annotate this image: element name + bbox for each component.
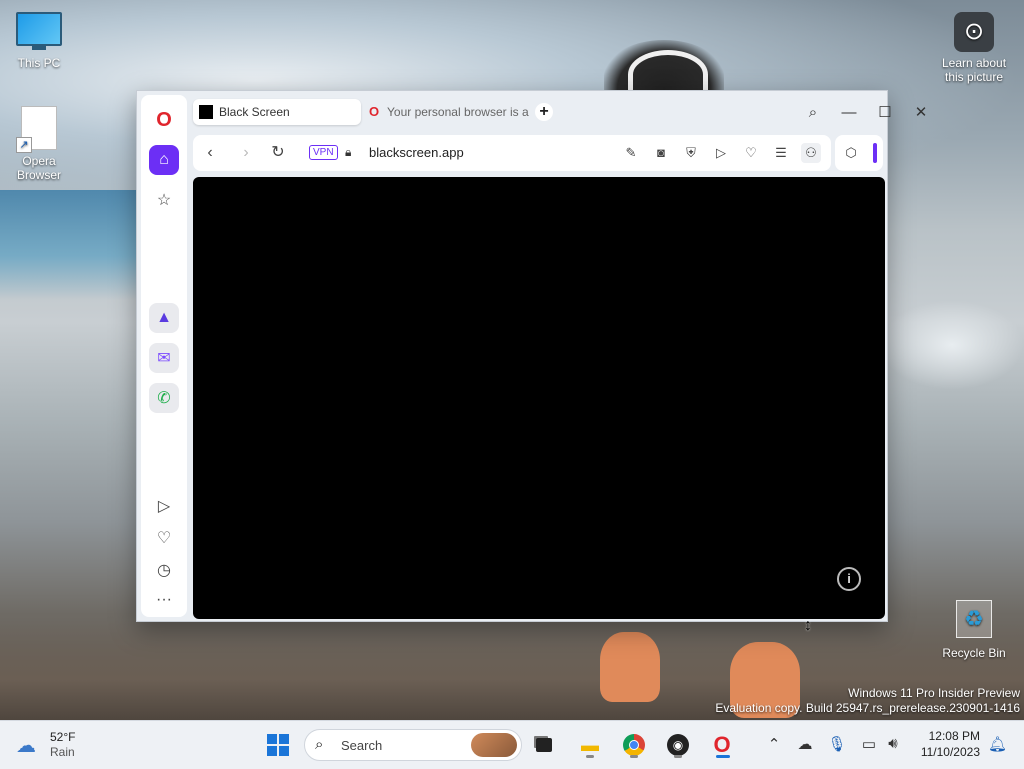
desktop-icon-recycle-bin[interactable]: ♻ Recycle Bin [938, 600, 1010, 660]
extensions-cube-icon[interactable]: ⬡ [841, 143, 861, 163]
camera-icon[interactable]: ◙ [651, 143, 671, 163]
volume-icon[interactable]: 🔊︎ [882, 735, 904, 752]
opera-favicon-icon: O [368, 104, 380, 119]
opera-browser-window[interactable]: O ⌂ ☆ ▲ ✉ ✆ ▷ ♡ ◷ ··· Black Screen O You… [136, 90, 927, 622]
windows-logo-icon [267, 734, 289, 756]
sidebar-toggle-indicator[interactable] [873, 143, 877, 163]
adblock-icon[interactable]: ⛨ [681, 143, 701, 163]
settings-sliders-icon[interactable]: ☰ [771, 143, 791, 163]
shortcut-arrow-icon: ↗ [16, 137, 32, 153]
tab-opera-welcome[interactable]: O Your personal browser is a [361, 99, 529, 125]
page-content-black-screen[interactable]: i [193, 177, 885, 619]
history-icon[interactable]: ◷ [149, 555, 179, 585]
learn-picture-icon: ⊙ [954, 12, 994, 52]
show-hidden-icons-icon[interactable]: ⌃ [763, 735, 785, 753]
recycle-bin-icon: ♻ [956, 600, 992, 638]
reload-button[interactable]: ↻ [267, 143, 289, 163]
rain-cloud-icon: ☁ [16, 735, 36, 757]
running-indicator [586, 755, 594, 758]
messenger-icon[interactable]: ✉ [149, 343, 179, 373]
close-button[interactable]: ✕ [903, 103, 939, 123]
system-clock[interactable]: 12:08 PM 11/10/2023 [914, 728, 980, 760]
desktop-icon-opera-browser[interactable]: ↗ Opera Browser [3, 106, 75, 182]
weather-condition: Rain [50, 745, 75, 759]
tab-title: Black Screen [219, 105, 290, 119]
desktop-icon-label: This PC [17, 56, 61, 70]
opera-icon[interactable]: O [706, 729, 738, 761]
back-button[interactable]: ‹ [199, 143, 221, 163]
windows-watermark: Windows 11 Pro Insider Preview Evaluatio… [715, 686, 1020, 716]
desktop-icon-label: Opera Browser [16, 154, 61, 182]
player-icon[interactable]: ▷ [149, 491, 179, 521]
file-explorer-icon[interactable]: ▬ [574, 729, 606, 761]
heart-icon[interactable]: ♡ [149, 523, 179, 553]
forward-button[interactable]: › [235, 143, 257, 163]
maximize-button[interactable]: ☐ [867, 103, 903, 123]
clock-time: 12:08 PM [928, 729, 980, 743]
home-icon[interactable]: ⌂ [149, 145, 179, 175]
computer-icon [16, 12, 62, 50]
send-icon[interactable]: ▷ [711, 143, 731, 163]
watermark-line: Evaluation copy. Build 25947.rs_prerelea… [715, 701, 1020, 715]
taskbar-search[interactable]: ⌕ Search [304, 729, 522, 761]
weather-widget[interactable]: ☁ 52°F Rain [16, 729, 106, 761]
shortcut-file-icon: ↗ [16, 106, 57, 153]
opera-logo-icon[interactable]: O [149, 105, 179, 135]
tab-black-screen[interactable]: Black Screen [193, 99, 361, 125]
onedrive-offline-icon[interactable]: ☁ [794, 735, 816, 753]
new-tab-button[interactable]: + [535, 103, 553, 121]
tab-title: Your personal browser is a [387, 105, 529, 119]
edit-icon[interactable]: ✎ [621, 143, 641, 163]
vpn-badge[interactable]: VPN [309, 145, 338, 160]
desktop-icon-learn-picture[interactable]: ⊙ Learn about this picture [938, 12, 1010, 84]
resize-cursor-icon: ↕ [804, 617, 812, 634]
search-tabs-icon[interactable]: ⌕ [795, 103, 831, 123]
whatsapp-icon[interactable]: ✆ [149, 383, 179, 413]
chrome-icon[interactable] [618, 729, 650, 761]
watermark-line: Windows 11 Pro Insider Preview [848, 686, 1020, 700]
microphone-icon[interactable]: 🎙︎ [826, 735, 848, 753]
profile-icon[interactable]: ⚇ [801, 143, 821, 163]
taskbar: ☁ 52°F Rain ⌕ Search ▬ ◉ O ⌃ ☁ 🎙︎ ▭ 🔊︎ 1… [0, 720, 1024, 769]
aria-icon[interactable]: ▲ [149, 303, 179, 333]
lock-icon[interactable]: 🔒︎ [345, 145, 351, 160]
info-icon[interactable]: i [837, 567, 861, 591]
start-button[interactable] [262, 729, 294, 761]
wallpaper-foam [880, 300, 1024, 390]
browser-sidebar: O ⌂ ☆ ▲ ✉ ✆ ▷ ♡ ◷ ··· [141, 95, 187, 617]
more-icon[interactable]: ··· [149, 585, 179, 615]
heart-icon[interactable]: ♡ [741, 143, 761, 163]
active-indicator [716, 755, 730, 758]
running-indicator [674, 755, 682, 758]
task-view-icon[interactable] [528, 729, 560, 761]
desktop-icon-this-pc[interactable]: This PC [3, 12, 75, 70]
minimize-button[interactable]: — [831, 103, 867, 123]
running-indicator [630, 755, 638, 758]
desktop-icon-label: Learn about this picture [941, 56, 1007, 84]
search-highlight-image [471, 733, 517, 757]
search-label: Search [341, 738, 383, 753]
star-icon[interactable]: ☆ [149, 185, 179, 215]
clock-date: 11/10/2023 [920, 745, 980, 759]
address-bar: ‹ › ↻ VPN 🔒︎ blackscreen.app ✎ ◙ ⛨ ▷ ♡ ☰… [193, 135, 831, 171]
extensions-area: ⬡ [835, 135, 883, 171]
obs-icon[interactable]: ◉ [662, 729, 694, 761]
desktop-icon-label: Recycle Bin [942, 646, 1006, 660]
tab-bar: Black Screen O Your personal browser is … [193, 97, 927, 129]
url-field[interactable]: blackscreen.app [369, 145, 464, 160]
weather-temperature: 52°F [50, 730, 76, 744]
notification-bell-icon[interactable]: 🔔︎ [988, 735, 1007, 753]
search-icon: ⌕ [315, 736, 324, 753]
network-icon[interactable]: ▭ [858, 735, 880, 753]
black-screen-favicon-icon [199, 105, 213, 119]
